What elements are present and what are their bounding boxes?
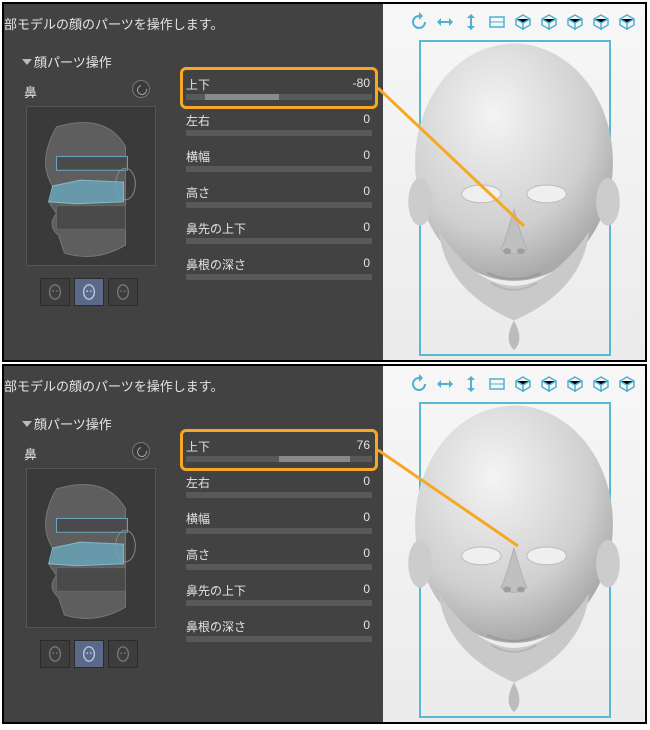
slider-value: 76 xyxy=(357,438,370,452)
slider-row: 上下 -80 xyxy=(186,76,372,112)
panel-description: 部モデルの顔のパーツを操作します。 xyxy=(4,14,223,33)
slider-row: 鼻根の深さ 0 xyxy=(186,618,372,654)
slider-track[interactable] xyxy=(186,456,372,462)
slider-row: 鼻先の上下 0 xyxy=(186,582,372,618)
slider-label: 鼻先の上下 xyxy=(186,222,246,236)
slider-value: 0 xyxy=(363,582,370,596)
slider-track[interactable] xyxy=(186,274,372,280)
slider-value: 0 xyxy=(363,546,370,560)
cube-top-icon[interactable] xyxy=(565,12,585,32)
slider-value: 0 xyxy=(363,148,370,162)
slider-label: 上下 xyxy=(186,440,210,454)
slider-label: 左右 xyxy=(186,114,210,128)
slider-row: 横幅 0 xyxy=(186,510,372,546)
slider-row: 高さ 0 xyxy=(186,184,372,220)
slider-label: 高さ xyxy=(186,186,210,200)
viewport-toolbar xyxy=(391,12,637,34)
slider-track[interactable] xyxy=(186,202,372,208)
profile-guide xyxy=(26,468,156,628)
slider-track[interactable] xyxy=(186,636,372,642)
reset-icon[interactable] xyxy=(132,80,150,98)
section-title: 顔パーツ操作 xyxy=(24,52,112,71)
reset-icon[interactable] xyxy=(132,442,150,460)
slider-row: 上下 76 xyxy=(186,438,372,474)
profile-left-icon[interactable] xyxy=(40,278,70,306)
slider-label: 横幅 xyxy=(186,512,210,526)
profile-left-icon[interactable] xyxy=(40,640,70,668)
cube-top-icon[interactable] xyxy=(565,374,585,394)
layers-icon[interactable] xyxy=(591,374,611,394)
slider-track[interactable] xyxy=(186,166,372,172)
category-label: 鼻 xyxy=(24,444,37,463)
slider-track[interactable] xyxy=(186,564,372,570)
slider-value: 0 xyxy=(363,220,370,234)
slider-value: 0 xyxy=(363,184,370,198)
slider-label: 鼻先の上下 xyxy=(186,584,246,598)
profile-guide xyxy=(26,106,156,266)
profile-right-icon[interactable] xyxy=(108,278,138,306)
viewport-toolbar xyxy=(391,374,637,396)
slider-row: 鼻先の上下 0 xyxy=(186,220,372,256)
move-vertical-icon[interactable] xyxy=(461,12,481,32)
layers-icon[interactable] xyxy=(591,12,611,32)
slider-row: 鼻根の深さ 0 xyxy=(186,256,372,292)
slider-row: 左右 0 xyxy=(186,112,372,148)
rotate-icon[interactable] xyxy=(409,12,429,32)
slider-value: -80 xyxy=(353,76,370,90)
viewport-3d[interactable] xyxy=(383,4,645,360)
slider-label: 左右 xyxy=(186,476,210,490)
front-face-icon[interactable] xyxy=(74,278,104,306)
slider-track[interactable] xyxy=(186,528,372,534)
slider-track[interactable] xyxy=(186,600,372,606)
move-vertical-icon[interactable] xyxy=(461,374,481,394)
slider-value: 0 xyxy=(363,112,370,126)
slider-track[interactable] xyxy=(186,94,372,100)
front-face-icon[interactable] xyxy=(74,640,104,668)
view-tabs xyxy=(40,278,138,306)
rotate-icon[interactable] xyxy=(409,374,429,394)
cube-rotate-icon[interactable] xyxy=(539,374,559,394)
slider-track[interactable] xyxy=(186,238,372,244)
slider-row: 左右 0 xyxy=(186,474,372,510)
editor-panel: 部モデルの顔のパーツを操作します。 顔パーツ操作 鼻 上下 -80 左右 0 横… xyxy=(2,2,647,362)
slider-value: 0 xyxy=(363,474,370,488)
sliders-column: 上下 76 左右 0 横幅 0 高さ 0 xyxy=(186,438,372,654)
cube-front-icon[interactable] xyxy=(513,374,533,394)
slider-label: 鼻根の深さ xyxy=(186,620,246,634)
cube-rotate-icon[interactable] xyxy=(539,12,559,32)
sliders-column: 上下 -80 左右 0 横幅 0 高さ 0 xyxy=(186,76,372,292)
move-horizontal-icon[interactable] xyxy=(435,12,455,32)
slider-track[interactable] xyxy=(186,130,372,136)
fit-icon[interactable] xyxy=(487,12,507,32)
section-title: 顔パーツ操作 xyxy=(24,414,112,433)
slider-label: 横幅 xyxy=(186,150,210,164)
slider-track[interactable] xyxy=(186,492,372,498)
cube-front-icon[interactable] xyxy=(513,12,533,32)
globe-icon[interactable] xyxy=(617,374,637,394)
panel-description: 部モデルの顔のパーツを操作します。 xyxy=(4,376,223,395)
slider-row: 高さ 0 xyxy=(186,546,372,582)
slider-value: 0 xyxy=(363,510,370,524)
slider-label: 鼻根の深さ xyxy=(186,258,246,272)
slider-label: 高さ xyxy=(186,548,210,562)
globe-icon[interactable] xyxy=(617,12,637,32)
viewport-3d[interactable] xyxy=(383,366,645,722)
slider-value: 0 xyxy=(363,618,370,632)
profile-right-icon[interactable] xyxy=(108,640,138,668)
category-label: 鼻 xyxy=(24,82,37,101)
slider-row: 横幅 0 xyxy=(186,148,372,184)
view-tabs xyxy=(40,640,138,668)
editor-panel: 部モデルの顔のパーツを操作します。 顔パーツ操作 鼻 上下 76 左右 0 横幅… xyxy=(2,364,647,724)
slider-label: 上下 xyxy=(186,78,210,92)
slider-value: 0 xyxy=(363,256,370,270)
move-horizontal-icon[interactable] xyxy=(435,374,455,394)
fit-icon[interactable] xyxy=(487,374,507,394)
